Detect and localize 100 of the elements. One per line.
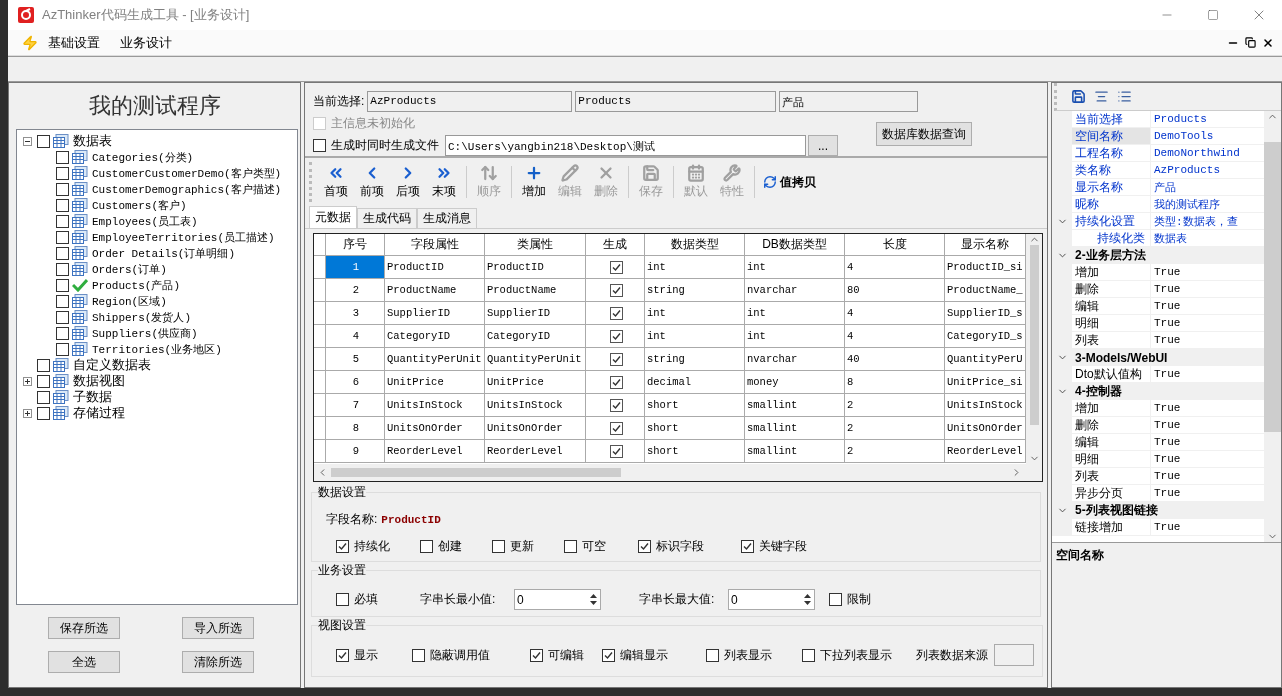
checkbox[interactable] <box>609 421 623 435</box>
row-number-cell[interactable]: 7 <box>326 394 385 417</box>
column-header[interactable]: 显示名称 <box>945 234 1026 256</box>
collapse-icon[interactable] <box>23 136 32 146</box>
checkbox[interactable]: 隐蔽调用值 <box>412 646 530 664</box>
checkbox[interactable]: 可空 <box>564 538 638 555</box>
tab[interactable]: 元数据 <box>309 206 357 228</box>
column-header[interactable]: DB数据类型 <box>745 234 845 256</box>
checkbox[interactable]: 创建 <box>420 538 492 555</box>
checkbox[interactable]: 关键字段 <box>741 538 841 555</box>
property-name[interactable]: 类名称 <box>1072 162 1151 179</box>
tree-item-label[interactable]: CustomerDemographics(客户描述) <box>92 181 282 197</box>
checkbox[interactable] <box>56 166 69 180</box>
checkbox[interactable]: 持续化 <box>336 538 420 555</box>
number-field[interactable]: 0 <box>514 589 601 610</box>
tree-item-label[interactable]: Products(产品) <box>92 277 180 293</box>
checkbox[interactable] <box>56 262 69 276</box>
property-name[interactable]: 编辑 <box>1072 298 1151 315</box>
checkbox[interactable] <box>609 329 623 343</box>
property-category[interactable]: 5-列表视图链接 <box>1072 502 1264 519</box>
property-name[interactable]: 删除 <box>1072 281 1151 298</box>
list-icon[interactable] <box>1117 89 1132 104</box>
action-button[interactable]: 导入所选 <box>181 617 254 639</box>
save-icon[interactable] <box>1071 89 1086 104</box>
property-name[interactable]: 持续化设置 <box>1072 213 1151 230</box>
checkbox[interactable]: 可编辑 <box>530 646 602 664</box>
checkbox[interactable] <box>56 150 69 164</box>
tree-item-label[interactable]: Categories(分类) <box>92 149 194 165</box>
tree-item-label[interactable]: Order Details(订单明细) <box>92 245 236 261</box>
checkbox[interactable]: 限制 <box>829 591 871 608</box>
text-field[interactable]: AzProducts <box>367 91 573 112</box>
tool-button[interactable]: 末项 <box>426 164 462 200</box>
checkbox[interactable] <box>56 230 69 244</box>
column-header[interactable]: 序号 <box>326 234 385 256</box>
row-number-cell[interactable]: 3 <box>326 302 385 325</box>
tree-item-label[interactable]: Region(区域) <box>92 293 167 309</box>
tool-button[interactable]: 前项 <box>354 164 390 200</box>
checkbox[interactable] <box>37 374 50 388</box>
tree-item-label[interactable]: 数据表 <box>73 132 112 150</box>
menu-item[interactable]: 基础设置 <box>38 33 110 52</box>
tool-button[interactable]: 增加 <box>516 164 552 200</box>
checkbox[interactable]: 更新 <box>492 538 564 555</box>
property-name[interactable]: 列表 <box>1072 468 1151 485</box>
column-header[interactable]: 类属性 <box>485 234 586 256</box>
align-icon[interactable] <box>1094 89 1109 104</box>
property-name[interactable]: 增加 <box>1072 264 1151 281</box>
action-button[interactable]: 清除所选 <box>181 651 254 673</box>
checkbox[interactable]: 必填 <box>336 591 420 608</box>
column-header[interactable]: 长度 <box>845 234 945 256</box>
tab[interactable]: 生成代码 <box>357 208 417 228</box>
tree-item-label[interactable]: 自定义数据表 <box>73 356 151 374</box>
tree-item-label[interactable]: Orders(订单) <box>92 261 167 277</box>
tool-button[interactable]: 后项 <box>390 164 426 200</box>
tree-item-label[interactable]: Customers(客户) <box>92 197 187 213</box>
checkbox[interactable] <box>56 246 69 260</box>
checkbox[interactable] <box>56 278 69 292</box>
browse-button[interactable]: ... <box>808 135 838 156</box>
checkbox[interactable] <box>609 306 623 320</box>
checkbox[interactable] <box>56 310 69 324</box>
checkbox[interactable]: 编辑显示 <box>602 646 706 664</box>
number-field[interactable]: 0 <box>728 589 815 610</box>
checkbox[interactable]: 列表显示 <box>706 646 802 664</box>
checkbox[interactable]: 生成时同时生成文件 <box>313 137 439 154</box>
row-number-cell[interactable]: 6 <box>326 371 385 394</box>
row-number-cell[interactable]: 5 <box>326 348 385 371</box>
property-category[interactable]: 4-控制器 <box>1072 383 1264 400</box>
restore-icon[interactable] <box>1245 37 1256 48</box>
property-name[interactable]: 工程名称 <box>1072 145 1151 162</box>
property-name[interactable]: 空间名称 <box>1072 128 1151 145</box>
checkbox[interactable] <box>37 358 50 372</box>
checkbox[interactable] <box>56 182 69 196</box>
row-number-cell[interactable]: 9 <box>326 440 385 463</box>
close-icon[interactable] <box>1262 36 1274 49</box>
action-button[interactable]: 全选 <box>47 651 120 673</box>
checkbox[interactable] <box>609 260 623 274</box>
tree-item-label[interactable]: EmployeeTerritories(员工描述) <box>92 229 275 245</box>
property-category[interactable]: 2-业务层方法 <box>1072 247 1264 264</box>
row-number-cell[interactable]: 2 <box>326 279 385 302</box>
tree-item-label[interactable]: Employees(员工表) <box>92 213 198 229</box>
checkbox[interactable] <box>609 352 623 366</box>
property-name[interactable]: 编辑 <box>1072 434 1151 451</box>
collapse-chevron-icon[interactable] <box>1056 250 1068 261</box>
column-header[interactable]: 数据类型 <box>645 234 745 256</box>
checkbox[interactable] <box>56 294 69 308</box>
checkbox[interactable]: 标识字段 <box>638 538 741 555</box>
property-name[interactable]: 增加 <box>1072 400 1151 417</box>
tree-item-label[interactable]: Territories(业务地区) <box>92 341 222 357</box>
tree-item-label[interactable]: CustomerCustomerDemo(客户类型) <box>92 165 282 181</box>
checkbox[interactable] <box>609 283 623 297</box>
expand-icon[interactable] <box>23 408 32 418</box>
menu-item[interactable]: 业务设计 <box>110 33 182 52</box>
row-number-cell[interactable]: 1 <box>326 256 385 279</box>
text-field[interactable]: 产品 <box>779 91 919 112</box>
tree-item-label[interactable]: Shippers(发货人) <box>92 309 191 325</box>
checkbox[interactable]: 下拉列表显示 <box>802 646 916 664</box>
property-name[interactable]: 明细 <box>1072 451 1151 468</box>
checkbox[interactable]: 显示 <box>336 646 412 664</box>
tool-button[interactable]: 值拷贝 <box>759 164 820 200</box>
property-name[interactable]: Dto默认值构 <box>1072 366 1151 383</box>
property-name[interactable]: 异步分页 <box>1072 485 1151 502</box>
